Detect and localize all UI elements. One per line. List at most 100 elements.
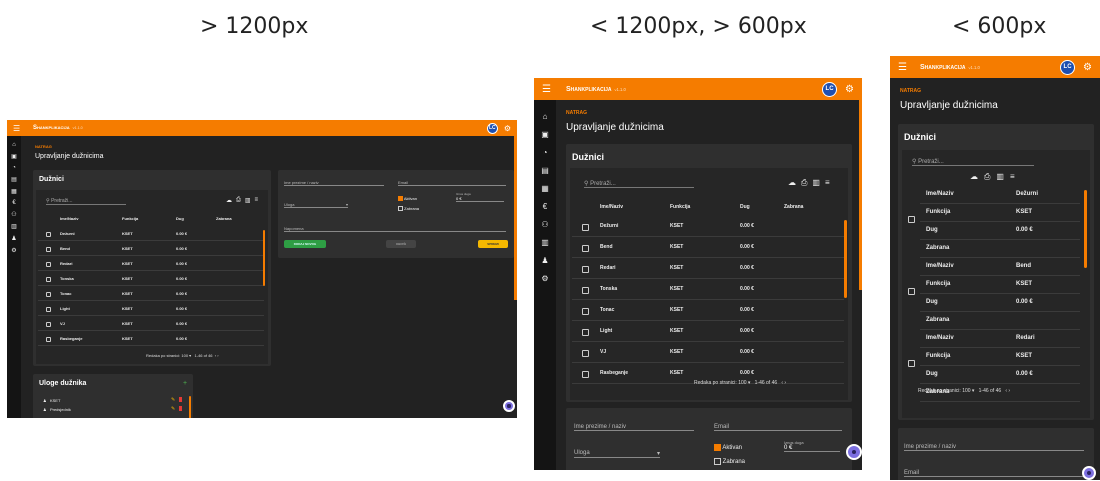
row-checkbox[interactable] [46, 322, 51, 327]
row-checkbox[interactable] [46, 292, 51, 297]
row-checkbox[interactable] [46, 277, 51, 282]
avatar[interactable]: LC [1060, 59, 1076, 75]
row-checkbox[interactable] [46, 232, 51, 237]
store-icon[interactable]: ▣ [11, 153, 17, 160]
debt-field[interactable]: Iznos duga 0 € [784, 440, 840, 452]
row-checkbox[interactable] [582, 371, 589, 378]
home-icon[interactable]: ⌂ [543, 112, 548, 121]
row-checkbox[interactable] [582, 224, 589, 231]
col-ban[interactable]: Zabrana [784, 204, 803, 210]
row-checkbox[interactable] [582, 245, 589, 252]
table-row[interactable]: Rasbeganje KSET 0.00 € [38, 331, 264, 346]
active-checkbox[interactable]: Aktivan [398, 196, 417, 202]
receipt-icon[interactable]: ▤ [541, 166, 549, 175]
name-field[interactable]: Ime prezime / naziv [904, 444, 1084, 451]
table-row[interactable]: Tonska KSET 0.00 € [572, 279, 844, 300]
rows-per-page-select[interactable]: 100 [181, 353, 188, 358]
back-link[interactable]: NATRAG [566, 110, 587, 116]
gear-icon[interactable]: ⚙ [1083, 62, 1092, 73]
archive-icon[interactable]: ▥ [541, 238, 549, 247]
euro-icon[interactable]: € [12, 200, 15, 206]
name-field[interactable]: Ime prezime / naziv [574, 424, 694, 431]
pie-icon[interactable]: ◔ [12, 165, 16, 171]
col-name[interactable]: Ime/Naziv [60, 216, 78, 221]
search-input[interactable]: ⚲ Pretraži... [912, 158, 1034, 166]
row-checkbox[interactable] [46, 337, 51, 342]
table-row[interactable]: Tonska KSET 0.00 € [38, 271, 264, 286]
roles-scrollbar[interactable] [189, 396, 191, 418]
table-row[interactable]: Ime/Naziv Dežurni Funkcija KSET Dug 0.00 € Zab… [902, 186, 1082, 258]
ban-checkbox[interactable]: Zabrana [714, 458, 745, 465]
note-field[interactable]: Napomena [284, 226, 506, 232]
avatar[interactable]: LC [486, 122, 498, 134]
calendar-icon[interactable]: ▦ [11, 188, 17, 195]
person-icon[interactable]: ♟ [541, 256, 548, 265]
print-icon[interactable]: ⎙ [236, 197, 241, 204]
scrollbar[interactable] [263, 230, 265, 286]
table-row[interactable]: Dežurni KSET 0.00 € [38, 226, 264, 241]
hamburger-icon[interactable]: ☰ [898, 62, 912, 73]
delete-button[interactable]: OBRIŠI [386, 240, 416, 248]
table-row[interactable]: Bend KSET 0.00 € [38, 241, 264, 256]
email-field[interactable]: Email [398, 180, 506, 186]
debt-field[interactable]: Iznos duga 0 € [456, 192, 504, 202]
filter-icon[interactable]: ≡ [254, 197, 258, 204]
hamburger-icon[interactable]: ☰ [13, 124, 25, 133]
print-icon[interactable]: ⎙ [984, 172, 990, 182]
rows-per-page-select[interactable]: 100 [738, 380, 746, 386]
role-select[interactable]: Uloga ▾ [284, 202, 348, 208]
delete-icon[interactable] [179, 406, 182, 411]
calendar-icon[interactable]: ▦ [541, 184, 549, 193]
cloud-download-icon[interactable]: ☁ [226, 197, 232, 204]
cloud-download-icon[interactable]: ☁ [970, 172, 978, 182]
table-row[interactable]: Dežurni KSET 0.00 € [572, 216, 844, 237]
col-name[interactable]: Ime/Naziv [600, 204, 623, 210]
row-checkbox[interactable] [582, 308, 589, 315]
columns-icon[interactable]: ▥ [996, 172, 1004, 182]
page-scrollbar[interactable] [859, 100, 862, 290]
rows-per-page-select[interactable]: 100 [962, 388, 970, 394]
cloud-download-icon[interactable]: ☁ [788, 178, 796, 188]
filter-icon[interactable]: ≡ [1010, 172, 1015, 182]
add-new-button[interactable]: DODAJ NOVOG [284, 240, 326, 248]
save-button[interactable]: SPREMI [478, 240, 508, 248]
back-link[interactable]: NATRAG [35, 144, 52, 149]
row-checkbox[interactable] [908, 288, 915, 295]
row-checkbox[interactable] [908, 360, 915, 367]
scrollbar[interactable] [844, 220, 847, 298]
euro-icon[interactable]: € [543, 202, 547, 211]
avatar[interactable]: LC [822, 81, 838, 97]
col-debt[interactable]: Dug [176, 216, 184, 221]
edit-icon[interactable]: ✎ [171, 397, 175, 403]
ban-checkbox[interactable]: Zabrana [398, 206, 419, 212]
scrollbar[interactable] [1084, 190, 1087, 268]
store-icon[interactable]: ▣ [541, 130, 549, 139]
col-function[interactable]: Funkcija [122, 216, 138, 221]
group-icon[interactable]: ⚇ [11, 211, 16, 218]
delete-icon[interactable] [179, 397, 182, 402]
table-row[interactable]: Redari KSET 0.00 € [38, 256, 264, 271]
row-checkbox[interactable] [908, 216, 915, 223]
email-field[interactable]: Email [904, 470, 1084, 477]
theme-fab[interactable] [846, 444, 862, 460]
add-role-icon[interactable]: + [183, 380, 187, 387]
table-row[interactable]: Light KSET 0.00 € [38, 301, 264, 316]
group-icon[interactable]: ⚇ [541, 220, 548, 229]
row-checkbox[interactable] [582, 329, 589, 336]
table-row[interactable]: VJ KSET 0.00 € [572, 342, 844, 363]
home-icon[interactable]: ⌂ [12, 142, 16, 148]
filter-icon[interactable]: ≡ [825, 178, 830, 188]
columns-icon[interactable]: ▥ [245, 197, 251, 204]
person-icon[interactable]: ♟ [11, 235, 16, 242]
table-row[interactable]: Tonac KSET 0.00 € [572, 300, 844, 321]
theme-fab[interactable] [1082, 466, 1096, 480]
hamburger-icon[interactable]: ☰ [542, 84, 556, 95]
table-row[interactable]: Tonac KSET 0.00 € [38, 286, 264, 301]
gear-icon[interactable]: ⚙ [845, 84, 854, 95]
page-scrollbar[interactable] [514, 136, 517, 300]
theme-fab[interactable] [503, 400, 515, 412]
table-row[interactable]: Ime/Naziv Bend Funkcija KSET Dug 0.00 € Zabran… [902, 258, 1082, 330]
col-debt[interactable]: Dug [740, 204, 750, 210]
columns-icon[interactable]: ▥ [812, 178, 820, 188]
archive-icon[interactable]: ▥ [11, 223, 17, 230]
